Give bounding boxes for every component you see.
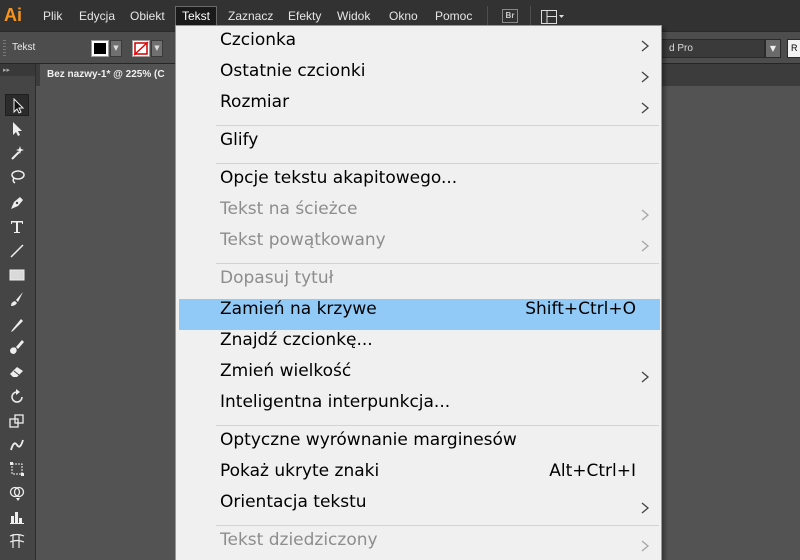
font-family-field[interactable]: d Pro bbox=[655, 39, 765, 58]
font-size-field[interactable]: R bbox=[787, 39, 800, 58]
blob-brush-tool-icon[interactable] bbox=[5, 336, 29, 358]
eraser-tool-icon[interactable] bbox=[5, 360, 29, 382]
menu-item-label: Opcje tekstu akapitowego... bbox=[220, 168, 458, 188]
fill-dropdown-arrow[interactable]: ▼ bbox=[110, 40, 122, 57]
menubar-divider bbox=[530, 6, 531, 26]
menu-separator bbox=[216, 125, 659, 126]
menu-item-label: Glify bbox=[220, 130, 259, 150]
type-tool-icon[interactable] bbox=[5, 216, 29, 238]
menu-item-label: Tekst na ścieżce bbox=[220, 199, 358, 219]
menu-item-tekst-na-sciezce[interactable]: Tekst na ścieżce bbox=[179, 199, 660, 230]
menu-item-zamien-na-krzywe[interactable]: Zamień na krzywe Shift+Ctrl+O bbox=[179, 299, 660, 330]
menu-item-shortcut: Shift+Ctrl+O bbox=[525, 299, 636, 319]
app-logo: Ai bbox=[4, 5, 22, 25]
none-stroke-icon bbox=[133, 41, 149, 56]
chevron-right-icon bbox=[641, 540, 650, 552]
menu-item-inteligentna-interpunkcja[interactable]: Inteligentna interpunkcja... bbox=[179, 392, 660, 423]
menu-item-label: Tekst dziedziczony bbox=[220, 530, 378, 550]
menu-item-glify[interactable]: Glify bbox=[179, 130, 660, 161]
panel-grip[interactable] bbox=[3, 40, 6, 56]
tools-panel-header[interactable]: ▸▸ bbox=[0, 64, 35, 76]
menu-okno[interactable]: Okno bbox=[383, 6, 424, 26]
stroke-color-swatch[interactable] bbox=[132, 40, 150, 57]
paintbrush-tool-icon[interactable] bbox=[5, 288, 29, 310]
workspace-layout-icon[interactable] bbox=[541, 9, 565, 24]
menu-item-label: Ostatnie czcionki bbox=[220, 61, 366, 81]
menu-item-dopasuj-tytul[interactable]: Dopasuj tytuł bbox=[179, 268, 660, 299]
selection-tool-icon[interactable] bbox=[5, 94, 29, 116]
menu-item-opcje-tekstu-akapitowego[interactable]: Opcje tekstu akapitowego... bbox=[179, 168, 660, 199]
warp-tool-icon[interactable] bbox=[5, 434, 29, 456]
menu-item-orientacja-tekstu[interactable]: Orientacja tekstu bbox=[179, 492, 660, 523]
bridge-button[interactable]: Br bbox=[502, 9, 518, 23]
tools-panel: ▸▸ bbox=[0, 64, 36, 560]
menu-item-label: Czcionka bbox=[220, 30, 297, 50]
menu-item-label: Zmień wielkość bbox=[220, 361, 352, 381]
line-segment-tool-icon[interactable] bbox=[5, 240, 29, 262]
menu-item-label: Orientacja tekstu bbox=[220, 492, 367, 512]
chevron-right-icon bbox=[641, 102, 650, 114]
menu-pomoc[interactable]: Pomoc bbox=[429, 6, 478, 26]
menu-item-label: Tekst powątkowany bbox=[220, 230, 386, 250]
font-family-dropdown-arrow[interactable]: ▼ bbox=[765, 39, 781, 58]
menu-efekty[interactable]: Efekty bbox=[282, 6, 327, 26]
menu-obiekt[interactable]: Obiekt bbox=[124, 6, 171, 26]
mesh-tool-icon[interactable] bbox=[5, 530, 29, 552]
chevron-right-icon bbox=[641, 209, 650, 221]
magic-wand-tool-icon[interactable] bbox=[5, 142, 29, 164]
fill-color-chip bbox=[94, 43, 106, 54]
menubar-divider bbox=[487, 6, 488, 26]
text-menu-dropdown: Czcionka Ostatnie czcionki Rozmiar Glify… bbox=[175, 25, 662, 560]
menu-zaznacz[interactable]: Zaznacz bbox=[222, 6, 279, 26]
chevron-right-icon bbox=[641, 240, 650, 252]
lasso-tool-icon[interactable] bbox=[5, 166, 29, 188]
menu-item-label: Znajdź czcionkę... bbox=[220, 330, 373, 350]
direct-selection-tool-icon[interactable] bbox=[5, 118, 29, 140]
shape-builder-tool-icon[interactable] bbox=[5, 482, 29, 504]
stroke-dropdown-arrow[interactable]: ▼ bbox=[151, 40, 163, 57]
menu-item-pokaz-ukryte-znaki[interactable]: Pokaż ukryte znaki Alt+Ctrl+I bbox=[179, 461, 660, 492]
menu-item-label: Rozmiar bbox=[220, 92, 290, 112]
menu-separator bbox=[216, 525, 659, 526]
menu-plik[interactable]: Plik bbox=[37, 6, 68, 26]
menu-item-shortcut: Alt+Ctrl+I bbox=[549, 461, 636, 481]
chevron-right-icon bbox=[641, 40, 650, 52]
menu-item-zmien-wielkosc[interactable]: Zmień wielkość bbox=[179, 361, 660, 392]
menu-item-czcionka[interactable]: Czcionka bbox=[179, 30, 660, 61]
menu-item-label: Inteligentna interpunkcja... bbox=[220, 392, 451, 412]
pen-tool-icon[interactable] bbox=[5, 192, 29, 214]
menu-item-ostatnie-czcionki[interactable]: Ostatnie czcionki bbox=[179, 61, 660, 92]
menu-widok[interactable]: Widok bbox=[331, 6, 376, 26]
chevron-right-icon bbox=[641, 71, 650, 83]
free-transform-tool-icon[interactable] bbox=[5, 458, 29, 480]
rotate-tool-icon[interactable] bbox=[5, 386, 29, 408]
menu-separator bbox=[216, 425, 659, 426]
menu-tekst[interactable]: Tekst bbox=[175, 6, 218, 26]
fill-color-swatch[interactable] bbox=[91, 40, 109, 57]
menu-item-label: Pokaż ukryte znaki bbox=[220, 461, 380, 481]
chevron-right-icon bbox=[641, 371, 650, 383]
menu-item-optyczne-wyrownanie-marginesow[interactable]: Optyczne wyrównanie marginesów bbox=[179, 430, 660, 461]
menu-item-label: Optyczne wyrównanie marginesów bbox=[220, 430, 517, 450]
scale-tool-icon[interactable] bbox=[5, 410, 29, 432]
menu-item-tekst-dziedziczony[interactable]: Tekst dziedziczony bbox=[179, 530, 660, 560]
rectangle-tool-icon[interactable] bbox=[5, 264, 29, 286]
menu-separator bbox=[216, 263, 659, 264]
pencil-tool-icon[interactable] bbox=[5, 314, 29, 336]
graph-tool-icon[interactable] bbox=[5, 506, 29, 528]
menu-item-znajdz-czcionke[interactable]: Znajdź czcionkę... bbox=[179, 330, 660, 361]
menu-item-label: Zamień na krzywe bbox=[220, 299, 377, 319]
menu-item-label: Dopasuj tytuł bbox=[220, 268, 334, 288]
menu-separator bbox=[216, 163, 659, 164]
menu-item-tekst-powatkowany[interactable]: Tekst powątkowany bbox=[179, 230, 660, 261]
menu-edycja[interactable]: Edycja bbox=[73, 6, 121, 26]
menu-item-rozmiar[interactable]: Rozmiar bbox=[179, 92, 660, 123]
control-bar-label: Tekst bbox=[12, 42, 36, 53]
chevron-right-icon bbox=[641, 502, 650, 514]
